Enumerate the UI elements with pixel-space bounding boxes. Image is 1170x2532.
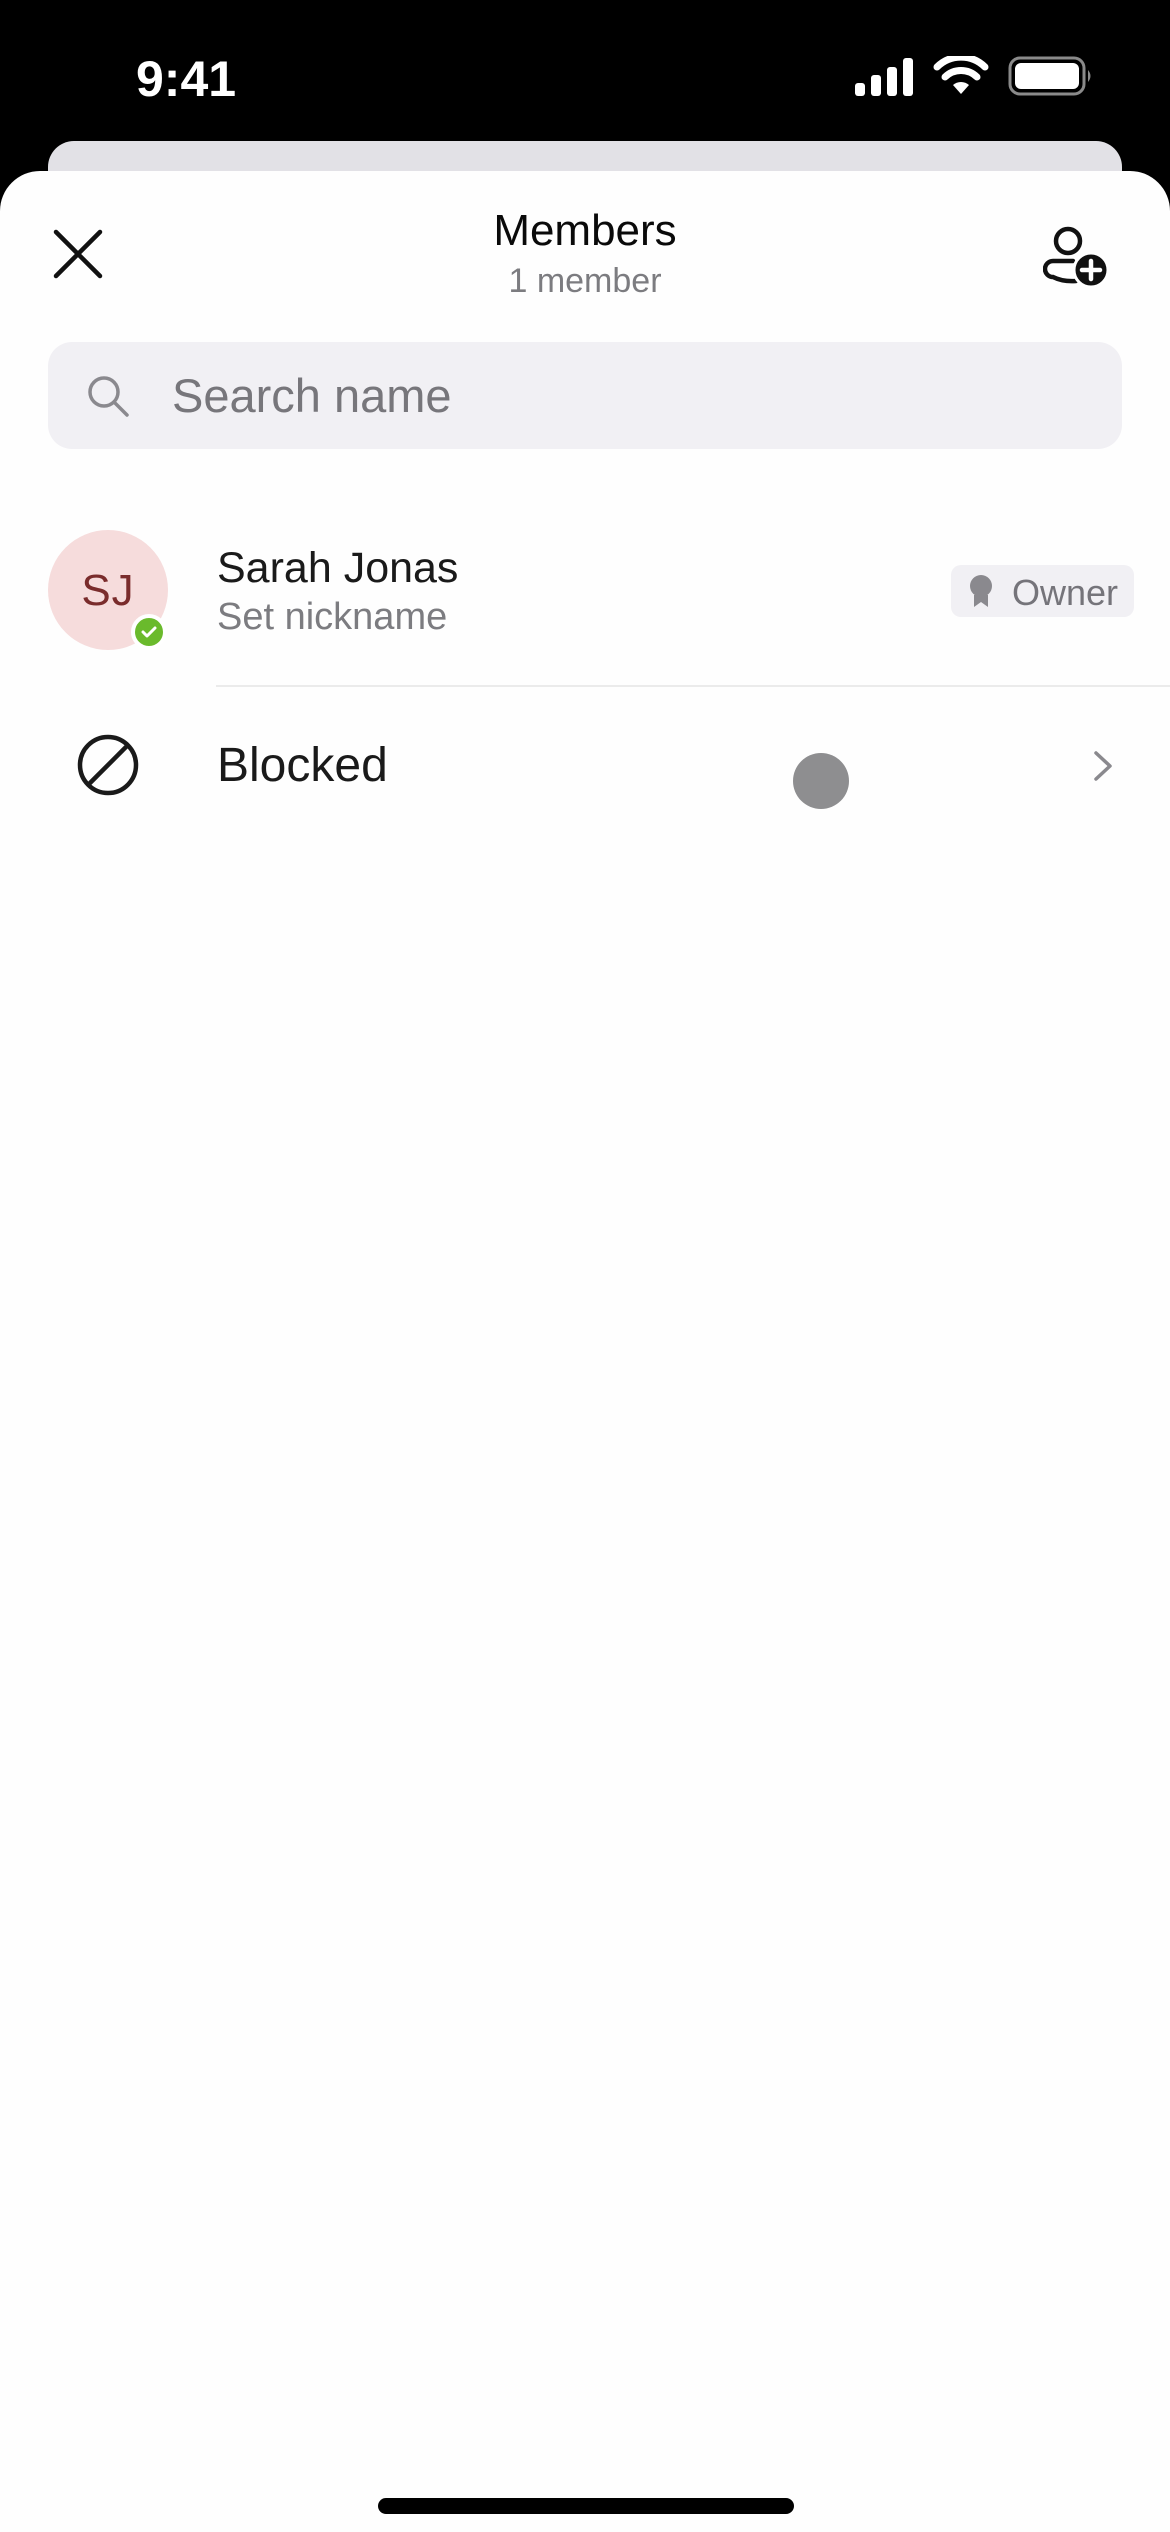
presence-available-icon bbox=[131, 614, 167, 650]
blocked-icon bbox=[77, 734, 139, 796]
status-bar: 9:41 bbox=[0, 0, 1170, 141]
cellular-signal-icon bbox=[855, 58, 913, 96]
member-list-item[interactable]: SJ Sarah Jonas Set nickname Owner bbox=[0, 520, 1170, 660]
set-nickname-link[interactable]: Set nickname bbox=[217, 596, 447, 639]
touch-indicator bbox=[793, 753, 849, 809]
wifi-icon bbox=[933, 56, 989, 94]
home-indicator[interactable] bbox=[378, 2498, 794, 2514]
role-badge: Owner bbox=[951, 565, 1134, 617]
search-icon bbox=[88, 376, 129, 417]
add-person-icon bbox=[1043, 226, 1109, 289]
battery-icon bbox=[1008, 56, 1091, 96]
blocked-label: Blocked bbox=[217, 739, 388, 792]
chevron-right-icon bbox=[1094, 751, 1112, 781]
search-input[interactable] bbox=[172, 342, 1072, 449]
add-member-button[interactable] bbox=[1034, 216, 1118, 300]
avatar-initials: SJ bbox=[81, 566, 135, 615]
status-time: 9:41 bbox=[136, 51, 237, 107]
member-name: Sarah Jonas bbox=[217, 544, 459, 592]
search-bar[interactable] bbox=[48, 342, 1122, 449]
role-label: Owner bbox=[1012, 572, 1119, 613]
divider bbox=[216, 685, 1170, 687]
blocked-list-item[interactable]: Blocked bbox=[0, 700, 1170, 830]
page-title: Members bbox=[493, 206, 677, 255]
member-count: 1 member bbox=[508, 262, 662, 300]
ribbon-icon bbox=[970, 575, 992, 607]
